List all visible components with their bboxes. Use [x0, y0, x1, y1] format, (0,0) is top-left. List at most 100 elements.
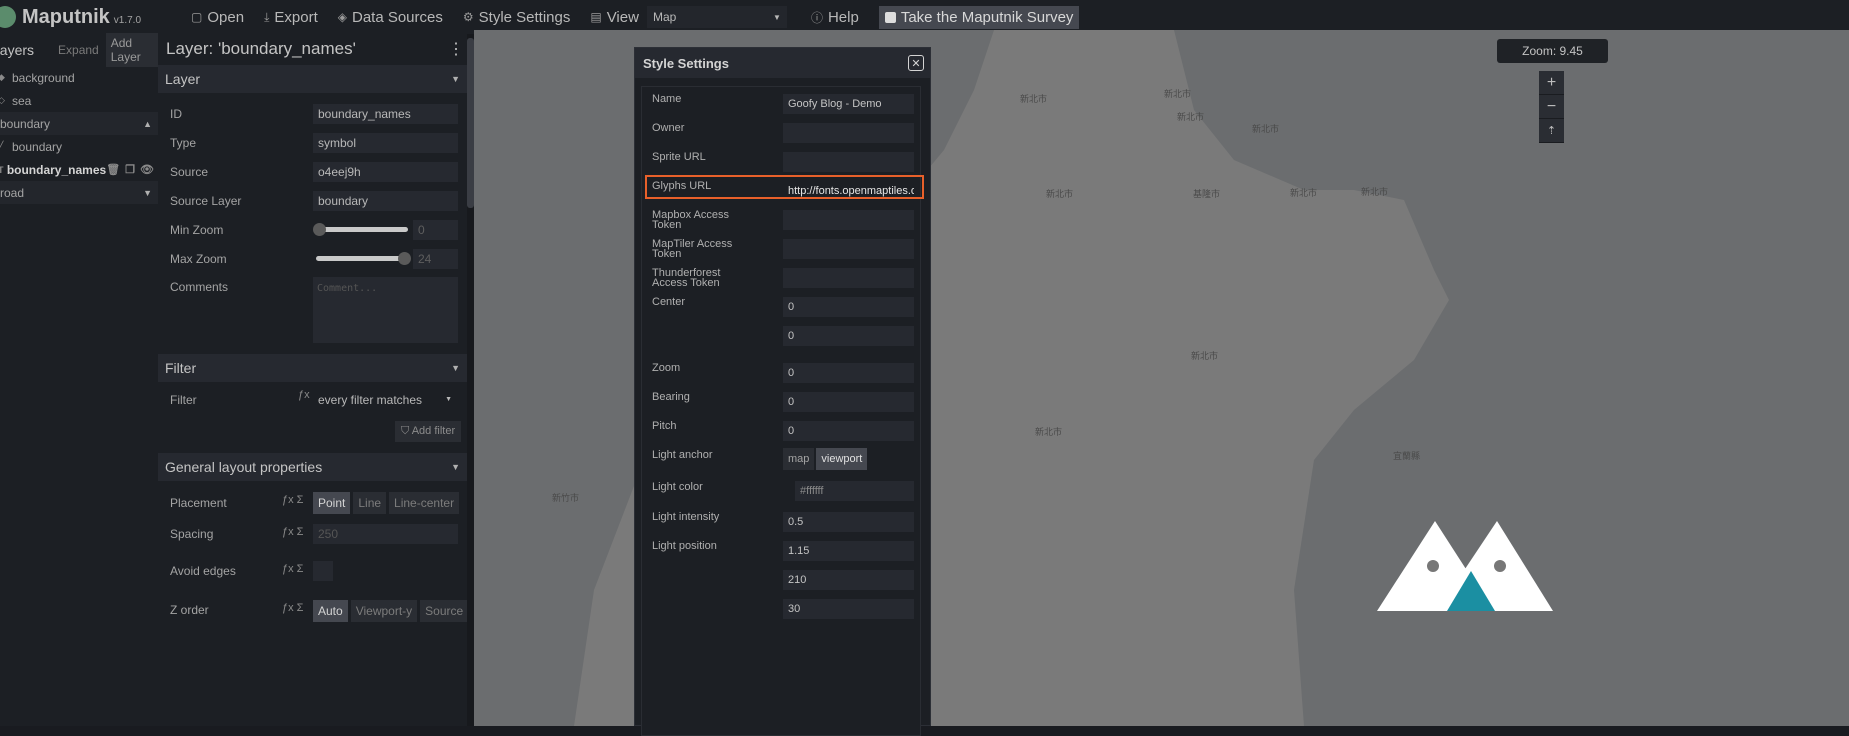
compass-button[interactable]: ⇡ — [1539, 119, 1564, 143]
group-label: road — [0, 185, 25, 200]
thunderforest-token-input[interactable] — [783, 268, 914, 288]
function-icon[interactable]: ƒx Σ — [282, 563, 303, 575]
function-icon[interactable]: ƒx Σ — [282, 526, 303, 538]
help-icon: ⓘ — [810, 10, 823, 25]
max-zoom-slider[interactable] — [316, 249, 411, 269]
minus-icon: − — [1546, 97, 1557, 115]
light-position-azimuthal-input[interactable]: 210 — [783, 570, 914, 590]
chevron-down-icon: ▼ — [445, 396, 452, 403]
pitch-input[interactable]: 0 — [783, 421, 914, 441]
expand-button[interactable]: Expand — [58, 43, 99, 57]
type-row: Type symbol — [158, 128, 474, 157]
slider-handle[interactable] — [313, 223, 326, 236]
add-filter-button[interactable]: ⛉ Add filter — [395, 421, 462, 442]
id-input[interactable]: boundary_names — [313, 103, 458, 124]
light-anchor-map[interactable]: map — [783, 448, 815, 470]
survey-button[interactable]: Take the Maputnik Survey — [878, 5, 1080, 29]
zoom-input[interactable]: 0 — [783, 363, 914, 383]
layer-item-boundary[interactable]: ╱ boundary — [0, 135, 158, 158]
open-button[interactable]: ▢ Open — [191, 9, 244, 26]
z-order-auto[interactable]: Auto — [313, 600, 348, 622]
source-layer-row: Source Layer boundary — [158, 186, 474, 215]
sprite-url-input[interactable] — [783, 152, 914, 172]
min-zoom-input[interactable]: 0 — [413, 219, 458, 240]
mapbox-token-input[interactable] — [783, 210, 914, 230]
delete-icon[interactable]: 🗑 — [106, 163, 120, 176]
light-intensity-input[interactable]: 0.5 — [783, 512, 914, 532]
chevron-down-icon: ▼ — [451, 462, 460, 472]
close-button[interactable]: ✕ — [908, 55, 924, 71]
add-layer-button[interactable]: Add Layer — [105, 33, 158, 67]
z-order-source[interactable]: Source — [420, 600, 469, 622]
owner-input[interactable] — [783, 123, 914, 143]
modal-title: Style Settings — [643, 55, 729, 71]
more-options-icon[interactable]: ⋮ — [448, 39, 464, 59]
function-icon[interactable]: ƒx — [298, 389, 310, 401]
comments-label: Comments — [170, 280, 229, 294]
data-sources-button[interactable]: ◈ Data Sources — [338, 9, 443, 26]
z-order-row: Z order ƒx Σ Auto Viewport-y Source — [158, 592, 474, 628]
layer-item-background[interactable]: ◆ background — [0, 66, 158, 89]
export-label: Export — [274, 8, 318, 26]
layer-label: boundary_names — [6, 162, 107, 177]
section-layer-header[interactable]: Layer ▼ — [158, 65, 474, 93]
glyphs-url-highlight — [645, 175, 924, 199]
app-title: Maputnik — [22, 5, 110, 28]
max-zoom-input[interactable]: 24 — [413, 248, 458, 269]
source-layer-select[interactable]: boundary — [313, 190, 458, 211]
layer-item-sea[interactable]: ◇ sea — [0, 89, 158, 112]
style-settings-button[interactable]: ⚙ Style Settings — [463, 9, 570, 26]
help-label: Help — [827, 8, 859, 26]
light-anchor-viewport[interactable]: viewport — [816, 448, 868, 470]
map-navigation-controls: + − ⇡ — [1539, 71, 1564, 143]
section-filter-header[interactable]: Filter ▼ — [158, 354, 474, 382]
editor-scroll-thumb[interactable] — [467, 38, 474, 208]
symbol-icon: T — [0, 164, 4, 175]
zoom-out-button[interactable]: − — [1539, 95, 1564, 119]
placement-line[interactable]: Line — [353, 492, 387, 514]
name-label: Name — [652, 93, 682, 105]
light-position-radial-input[interactable]: 1.15 — [783, 541, 914, 561]
help-button[interactable]: ⓘ Help — [811, 9, 859, 26]
z-order-viewport-y[interactable]: Viewport-y — [350, 600, 418, 622]
min-zoom-slider[interactable] — [313, 220, 408, 240]
name-input[interactable]: Goofy Blog - Demo — [783, 94, 914, 114]
filter-select[interactable]: every filter matches ▼ — [313, 389, 458, 410]
layer-group-road[interactable]: road ▼ — [0, 181, 158, 204]
slider-handle[interactable] — [398, 252, 411, 265]
avoid-edges-checkbox[interactable] — [313, 561, 333, 581]
comments-textarea[interactable]: Comment... — [313, 277, 458, 343]
placement-row: Placement ƒx Σ Point Line Line-center — [158, 487, 474, 518]
maptiler-token-input[interactable] — [783, 239, 914, 259]
spacing-input[interactable]: 250 — [313, 524, 458, 544]
place-label: 新北市 — [1035, 427, 1063, 437]
thunderforest-token-label: Thunderforest Access Token — [652, 267, 721, 289]
gear-icon: ⚙ — [462, 10, 474, 24]
duplicate-icon[interactable]: ❐ — [125, 163, 135, 176]
export-button[interactable]: ⤓ Export — [264, 9, 318, 26]
section-layout-header[interactable]: General layout properties ▼ — [158, 453, 474, 481]
bearing-input[interactable]: 0 — [783, 392, 914, 412]
place-label: 新北市 — [1020, 94, 1048, 104]
view-select[interactable]: Map ▼ — [646, 6, 787, 28]
function-icon[interactable]: ƒx Σ — [282, 494, 303, 506]
center-longitude-input[interactable]: 0 — [783, 297, 914, 317]
zoom-label: Zoom — [652, 362, 681, 374]
place-label: 基隆市 — [1193, 189, 1221, 199]
source-select[interactable]: o4eej9h — [313, 161, 458, 182]
zoom-in-button[interactable]: + — [1539, 71, 1564, 95]
layer-list-panel: Layers Expand Add Layer ◆ background ◇ sea… — [0, 33, 158, 726]
type-select[interactable]: symbol — [313, 132, 458, 153]
placement-point[interactable]: Point — [313, 492, 351, 514]
center-latitude-input[interactable]: 0 — [783, 326, 914, 346]
light-color-input[interactable]: #ffffff — [795, 481, 914, 501]
function-icon[interactable]: ƒx Σ — [282, 602, 303, 614]
maputnik-watermark-logo — [1377, 521, 1553, 611]
visibility-icon[interactable]: 👁 — [140, 163, 154, 176]
layer-group-boundary[interactable]: boundary ▲ — [0, 112, 158, 135]
placement-line-center[interactable]: Line-center — [389, 492, 460, 514]
light-position-polar-input[interactable]: 30 — [783, 599, 914, 619]
fill-outline-icon: ◇ — [0, 95, 5, 105]
layer-item-boundary-names[interactable]: Tboundary_names 🗑 ❐ 👁 — [0, 158, 158, 181]
place-label: 新北市 — [1290, 188, 1318, 198]
